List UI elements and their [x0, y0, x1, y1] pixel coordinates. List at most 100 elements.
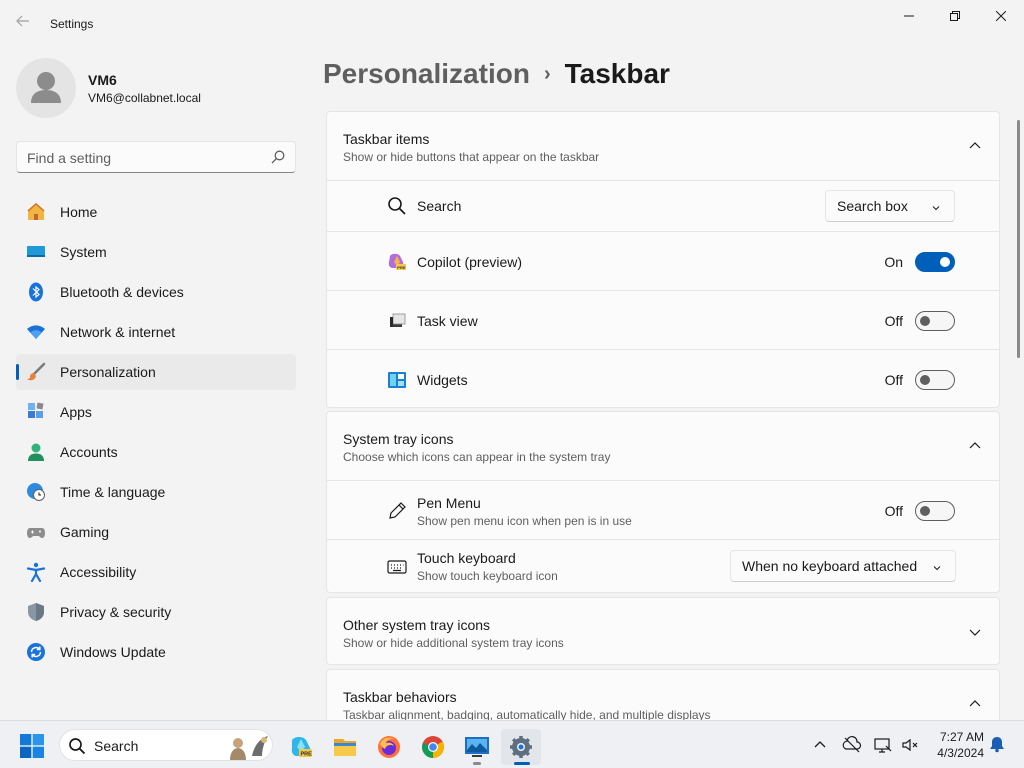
- search-row: Search Search box: [327, 180, 999, 231]
- other-tray-card[interactable]: Other system tray icons Show or hide add…: [326, 597, 1000, 665]
- controller-icon: [26, 522, 46, 542]
- volume-muted-icon[interactable]: [900, 735, 920, 755]
- clock-date: 4/3/2024: [937, 746, 984, 760]
- toggle-knob: [920, 316, 930, 326]
- restore-icon: [950, 11, 960, 21]
- accessibility-icon: [26, 562, 46, 583]
- remote-desktop-icon: [465, 737, 489, 757]
- home-icon: [26, 202, 46, 222]
- sidebar-item-accessibility[interactable]: Accessibility: [16, 554, 296, 590]
- user-avatar-icon[interactable]: [16, 58, 76, 118]
- sidebar-item-label: Network & internet: [60, 324, 176, 340]
- network-icon[interactable]: [842, 735, 862, 755]
- chevron-up-icon[interactable]: [810, 735, 830, 755]
- sidebar-item-gaming[interactable]: Gaming: [16, 514, 296, 550]
- close-button[interactable]: [978, 0, 1024, 32]
- chevron-up-icon[interactable]: [967, 438, 983, 454]
- start-button[interactable]: [20, 734, 44, 758]
- search-icon[interactable]: [271, 150, 285, 169]
- windows-logo-icon: [20, 734, 44, 758]
- restore-button[interactable]: [932, 0, 978, 32]
- toggle-knob: [940, 257, 950, 267]
- sidebar-item-apps[interactable]: Apps: [16, 394, 296, 430]
- sidebar-item-system[interactable]: System: [16, 234, 296, 270]
- taskbar-behaviors-header[interactable]: Taskbar behaviors Taskbar alignment, bad…: [327, 670, 999, 720]
- section-subtitle: Choose which icons can appear in the sys…: [343, 450, 611, 464]
- running-indicator: [473, 762, 481, 765]
- touch-keyboard-dropdown[interactable]: When no keyboard attached: [730, 550, 956, 582]
- sidebar-item-privacy[interactable]: Privacy & security: [16, 594, 296, 630]
- find-setting-input[interactable]: [27, 148, 257, 168]
- minimize-button[interactable]: [886, 0, 932, 32]
- taskbar-app-settings[interactable]: [501, 729, 541, 765]
- search-mode-dropdown[interactable]: Search box: [825, 190, 955, 222]
- system-tray-card: System tray icons Choose which icons can…: [326, 411, 1000, 593]
- taskbar-items-header[interactable]: Taskbar items Show or hide buttons that …: [327, 112, 999, 180]
- taskbar-clock[interactable]: 7:27 AM 4/3/2024: [926, 729, 984, 761]
- sidebar-item-label: Accounts: [60, 444, 118, 460]
- taskbar-app-copilot[interactable]: PRE: [281, 729, 321, 765]
- sidebar-item-label: Privacy & security: [60, 604, 172, 620]
- chevron-up-icon[interactable]: [967, 138, 983, 154]
- taskbar-search-box[interactable]: Search: [59, 729, 273, 761]
- sidebar-item-accounts[interactable]: Accounts: [16, 434, 296, 470]
- breadcrumb-separator: ›: [543, 63, 551, 85]
- copilot-app-icon: PRE: [291, 737, 312, 757]
- firefox-icon: [378, 736, 400, 758]
- sidebar-item-home[interactable]: Home: [16, 194, 296, 230]
- chrome-icon: [422, 736, 444, 758]
- sidebar-item-windows-update[interactable]: Windows Update: [16, 634, 296, 670]
- sidebar-item-bluetooth[interactable]: Bluetooth & devices: [16, 274, 296, 310]
- minimize-icon: [904, 15, 914, 17]
- chevron-down-icon: [931, 561, 943, 573]
- taskbar-app-firefox[interactable]: [369, 729, 409, 765]
- widgets-row: Widgets Off: [327, 349, 999, 407]
- toggle-state: Off: [884, 503, 903, 519]
- sidebar-item-label: Bluetooth & devices: [60, 284, 184, 300]
- globe-clock-icon: [26, 482, 46, 502]
- taskbar-app-chrome[interactable]: [413, 729, 453, 765]
- search-highlight-art-icon: [230, 736, 268, 760]
- copilot-toggle[interactable]: [915, 252, 955, 272]
- sidebar-item-network[interactable]: Network & internet: [16, 314, 296, 350]
- taskbar-behaviors-card[interactable]: Taskbar behaviors Taskbar alignment, bad…: [326, 669, 1000, 720]
- copilot-row: PRE Copilot (preview) On: [327, 231, 999, 290]
- dropdown-value: When no keyboard attached: [742, 558, 918, 574]
- breadcrumb: Personalization › Taskbar: [323, 58, 670, 90]
- row-label: Widgets: [417, 372, 468, 388]
- find-setting-box[interactable]: [16, 141, 296, 173]
- system-tray-header[interactable]: System tray icons Choose which icons can…: [327, 412, 999, 480]
- task-view-toggle[interactable]: [915, 311, 955, 331]
- section-subtitle: Show or hide additional system tray icon…: [343, 636, 564, 650]
- sidebar-item-label: Windows Update: [60, 644, 166, 660]
- chevron-up-icon[interactable]: [967, 696, 983, 712]
- display-icon[interactable]: [873, 735, 893, 755]
- taskbar-app-file-explorer[interactable]: [325, 729, 365, 765]
- section-title: System tray icons: [343, 431, 454, 447]
- toggle-knob: [920, 375, 930, 385]
- pen-menu-toggle[interactable]: [915, 501, 955, 521]
- close-icon: [996, 11, 1006, 21]
- sidebar-item-label: Personalization: [60, 364, 156, 380]
- sidebar-item-time-language[interactable]: Time & language: [16, 474, 296, 510]
- touch-keyboard-row: Touch keyboard Show touch keyboard icon …: [327, 539, 999, 592]
- row-label: Task view: [417, 313, 478, 329]
- scrollbar-thumb[interactable]: [1017, 120, 1020, 358]
- sidebar-item-label: Accessibility: [60, 564, 137, 580]
- widgets-toggle[interactable]: [915, 370, 955, 390]
- taskbar-items-card: Taskbar items Show or hide buttons that …: [326, 111, 1000, 408]
- user-name: VM6: [88, 72, 117, 88]
- chevron-down-icon[interactable]: [967, 624, 983, 640]
- back-arrow-icon[interactable]: [12, 14, 34, 34]
- breadcrumb-parent[interactable]: Personalization: [323, 58, 530, 89]
- notification-bell-icon[interactable]: [988, 735, 1008, 755]
- section-title: Other system tray icons: [343, 617, 491, 633]
- row-label: Pen Menu: [417, 495, 481, 511]
- sidebar-nav: Home System Bluetooth & devices Network …: [16, 194, 296, 674]
- sidebar-item-label: Apps: [60, 404, 92, 420]
- window-title: Settings: [50, 17, 94, 31]
- taskbar-app-remote-desktop[interactable]: [457, 729, 497, 765]
- sidebar-item-personalization[interactable]: Personalization: [16, 354, 296, 390]
- section-subtitle: Taskbar alignment, badging, automaticall…: [343, 708, 711, 720]
- other-tray-header[interactable]: Other system tray icons Show or hide add…: [327, 598, 999, 664]
